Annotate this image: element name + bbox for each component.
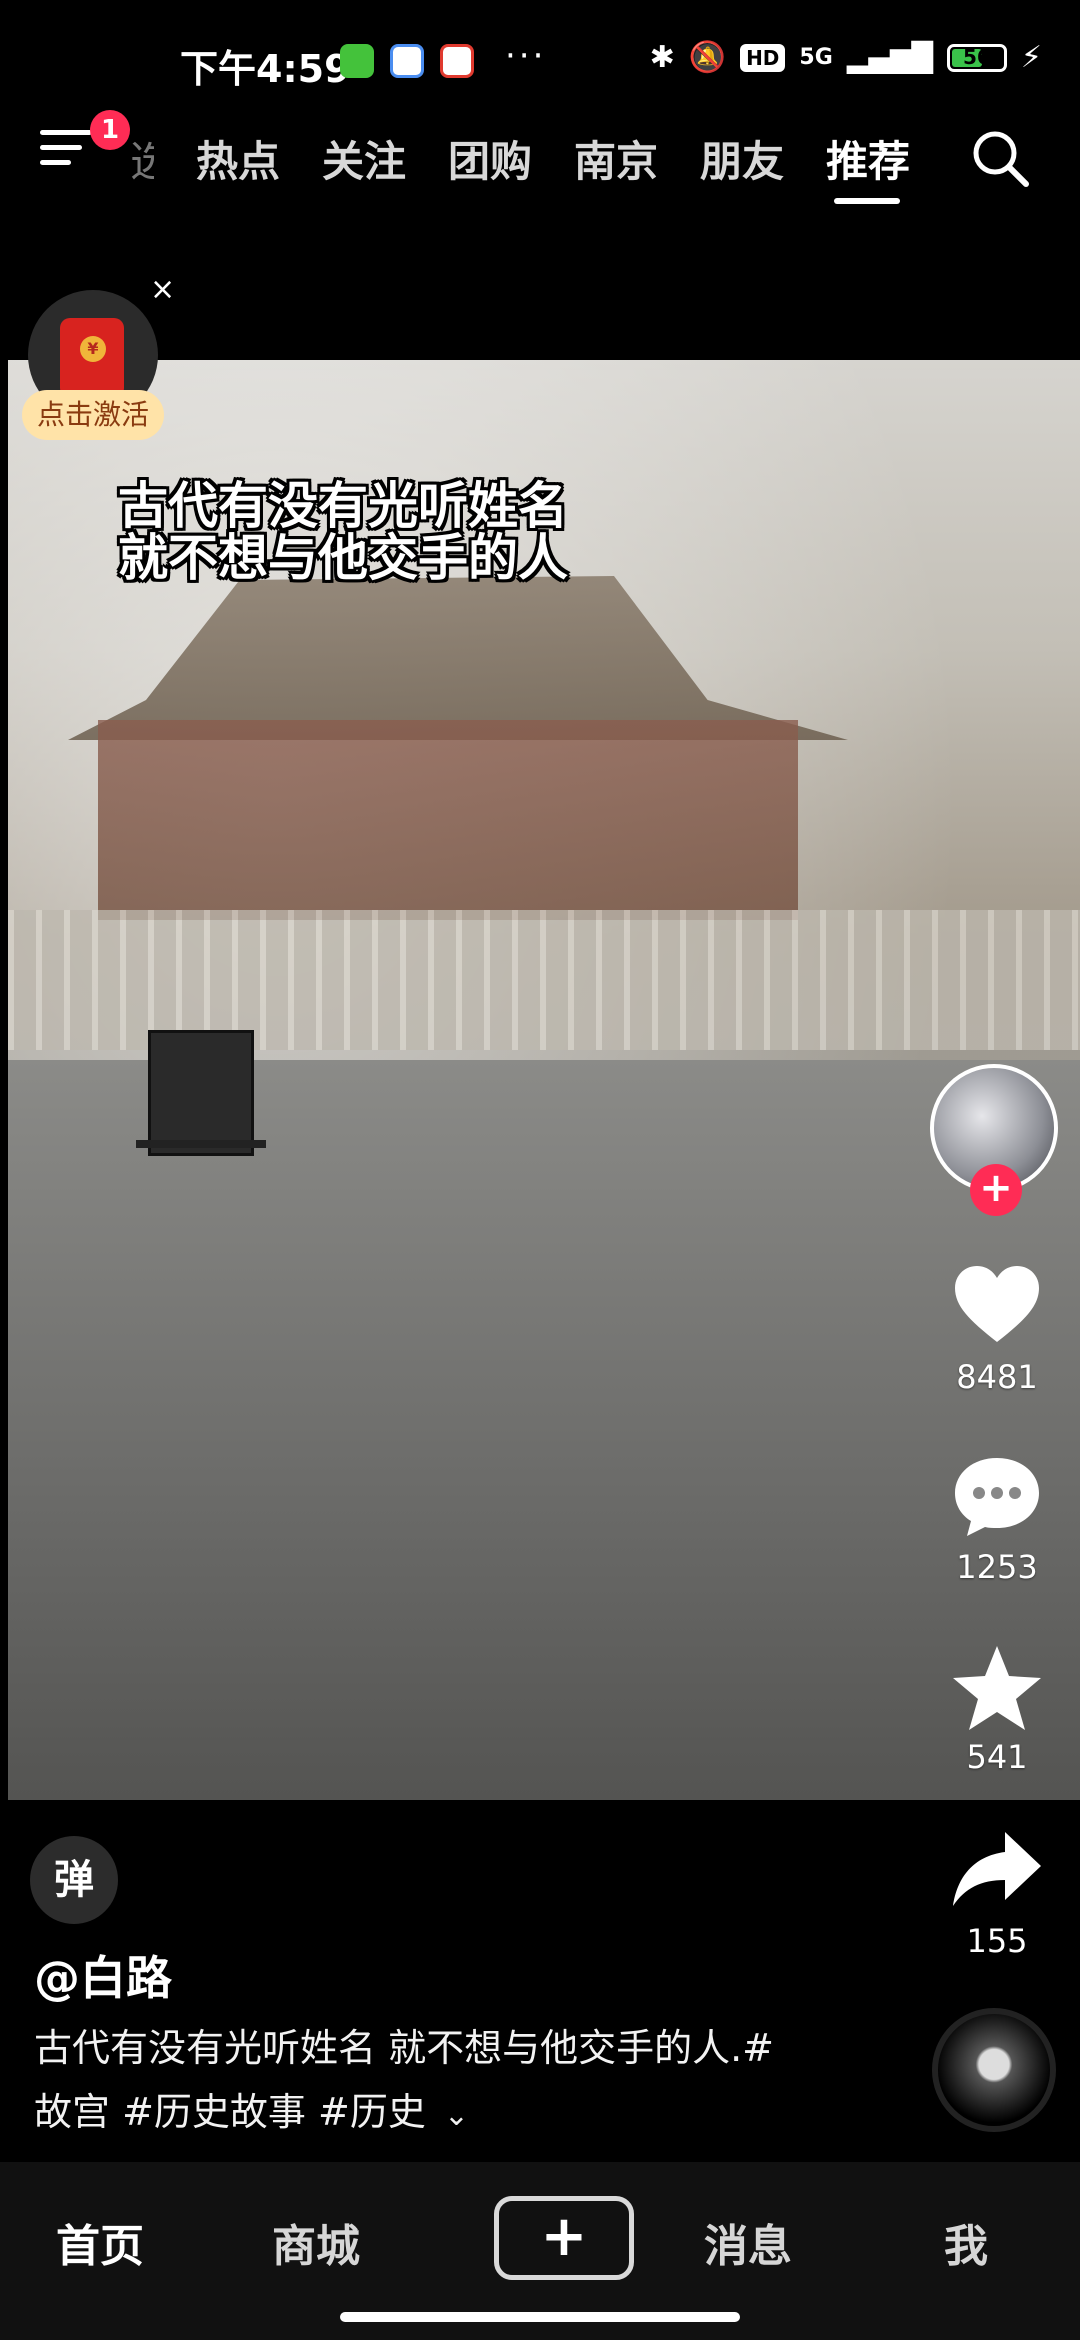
tab-friends[interactable]: 朋友 <box>700 128 784 189</box>
app-notification-icon <box>340 44 374 78</box>
active-tab-indicator <box>834 198 900 204</box>
tab-following[interactable]: 关注 <box>322 128 406 189</box>
danmu-toggle-button[interactable]: 弹 <box>30 1836 118 1924</box>
description-line-2: 故宫 #历史故事 #历史 <box>34 2090 426 2134</box>
battery-level: 56 <box>963 44 991 69</box>
status-right-cluster: ✱ 🔕 HD 5G ▂▄▆█ 56 ⚡ <box>650 40 1042 75</box>
star-icon[interactable] <box>949 1640 1045 1736</box>
coin-icon: ¥ <box>80 336 106 362</box>
comment-count: 1253 <box>956 1548 1038 1586</box>
network-label: 5G <box>799 45 833 70</box>
tab-recommended[interactable]: 推荐 <box>826 128 910 189</box>
menu-notification-badge: 1 <box>90 110 130 150</box>
home-indicator[interactable] <box>340 2312 740 2322</box>
sign-base-image <box>136 1140 266 1148</box>
search-icon[interactable] <box>968 126 1032 190</box>
tab-group-buy[interactable]: 团购 <box>448 128 532 189</box>
video-caption: 古代有没有光听姓名 就不想与他交手的人 <box>118 480 568 584</box>
description-line-1: 古代有没有光听姓名 就不想与他交手的人.# <box>34 2026 774 2070</box>
tab-me[interactable]: 我 <box>944 2210 988 2274</box>
music-disc-icon[interactable] <box>932 2008 1056 2132</box>
tab-mall[interactable]: 商城 <box>272 2210 360 2274</box>
charging-icon: ⚡ <box>1020 40 1042 75</box>
tab-home[interactable]: 首页 <box>56 2210 144 2274</box>
caption-line-1: 古代有没有光听姓名 <box>118 477 568 535</box>
flooded-square-image <box>8 1060 1080 1800</box>
tab-nanjing[interactable]: 南京 <box>574 128 658 189</box>
caption-line-2: 就不想与他交手的人 <box>118 529 568 587</box>
video-description[interactable]: 古代有没有光听姓名 就不想与他交手的人.# 故宫 #历史故事 #历史 ⌄ <box>34 2016 854 2148</box>
palace-hall-image <box>98 720 798 920</box>
nav-tab-partial[interactable]: 选 <box>130 128 154 189</box>
video-player[interactable]: 古代有没有光听姓名 就不想与他交手的人 <box>8 360 1080 1800</box>
menu-icon[interactable] <box>40 130 92 182</box>
share-icon[interactable] <box>949 1822 1045 1918</box>
mute-bell-icon: 🔕 <box>688 40 727 75</box>
chevron-down-icon[interactable]: ⌄ <box>444 2084 469 2148</box>
author-name[interactable]: @白路 <box>34 1942 172 2008</box>
add-post-button[interactable]: + <box>494 2196 634 2280</box>
hd-badge: HD <box>740 43 786 72</box>
bluetooth-icon: ✱ <box>649 40 675 75</box>
battery-icon: 56 <box>946 43 1007 72</box>
more-notifications-icon: ··· <box>505 36 547 76</box>
activate-button[interactable]: 点击激活 <box>22 390 164 440</box>
like-count: 8481 <box>956 1358 1038 1396</box>
signal-icon: ▂▄▆█ <box>846 41 933 74</box>
app-notification-icon <box>440 44 474 78</box>
status-time: 下午4:59 <box>180 47 351 91</box>
tab-messages[interactable]: 消息 <box>704 2210 792 2274</box>
comment-icon[interactable] <box>949 1448 1045 1544</box>
app-notification-icon <box>390 44 424 78</box>
heart-icon[interactable] <box>949 1258 1045 1354</box>
close-icon[interactable]: × <box>150 272 175 307</box>
tab-hot[interactable]: 热点 <box>196 128 280 189</box>
follow-button[interactable]: + <box>970 1164 1022 1216</box>
sign-board-image <box>148 1030 254 1156</box>
marble-terrace-image <box>8 910 1080 1050</box>
favorite-count: 541 <box>966 1738 1028 1776</box>
share-count: 155 <box>966 1922 1028 1960</box>
